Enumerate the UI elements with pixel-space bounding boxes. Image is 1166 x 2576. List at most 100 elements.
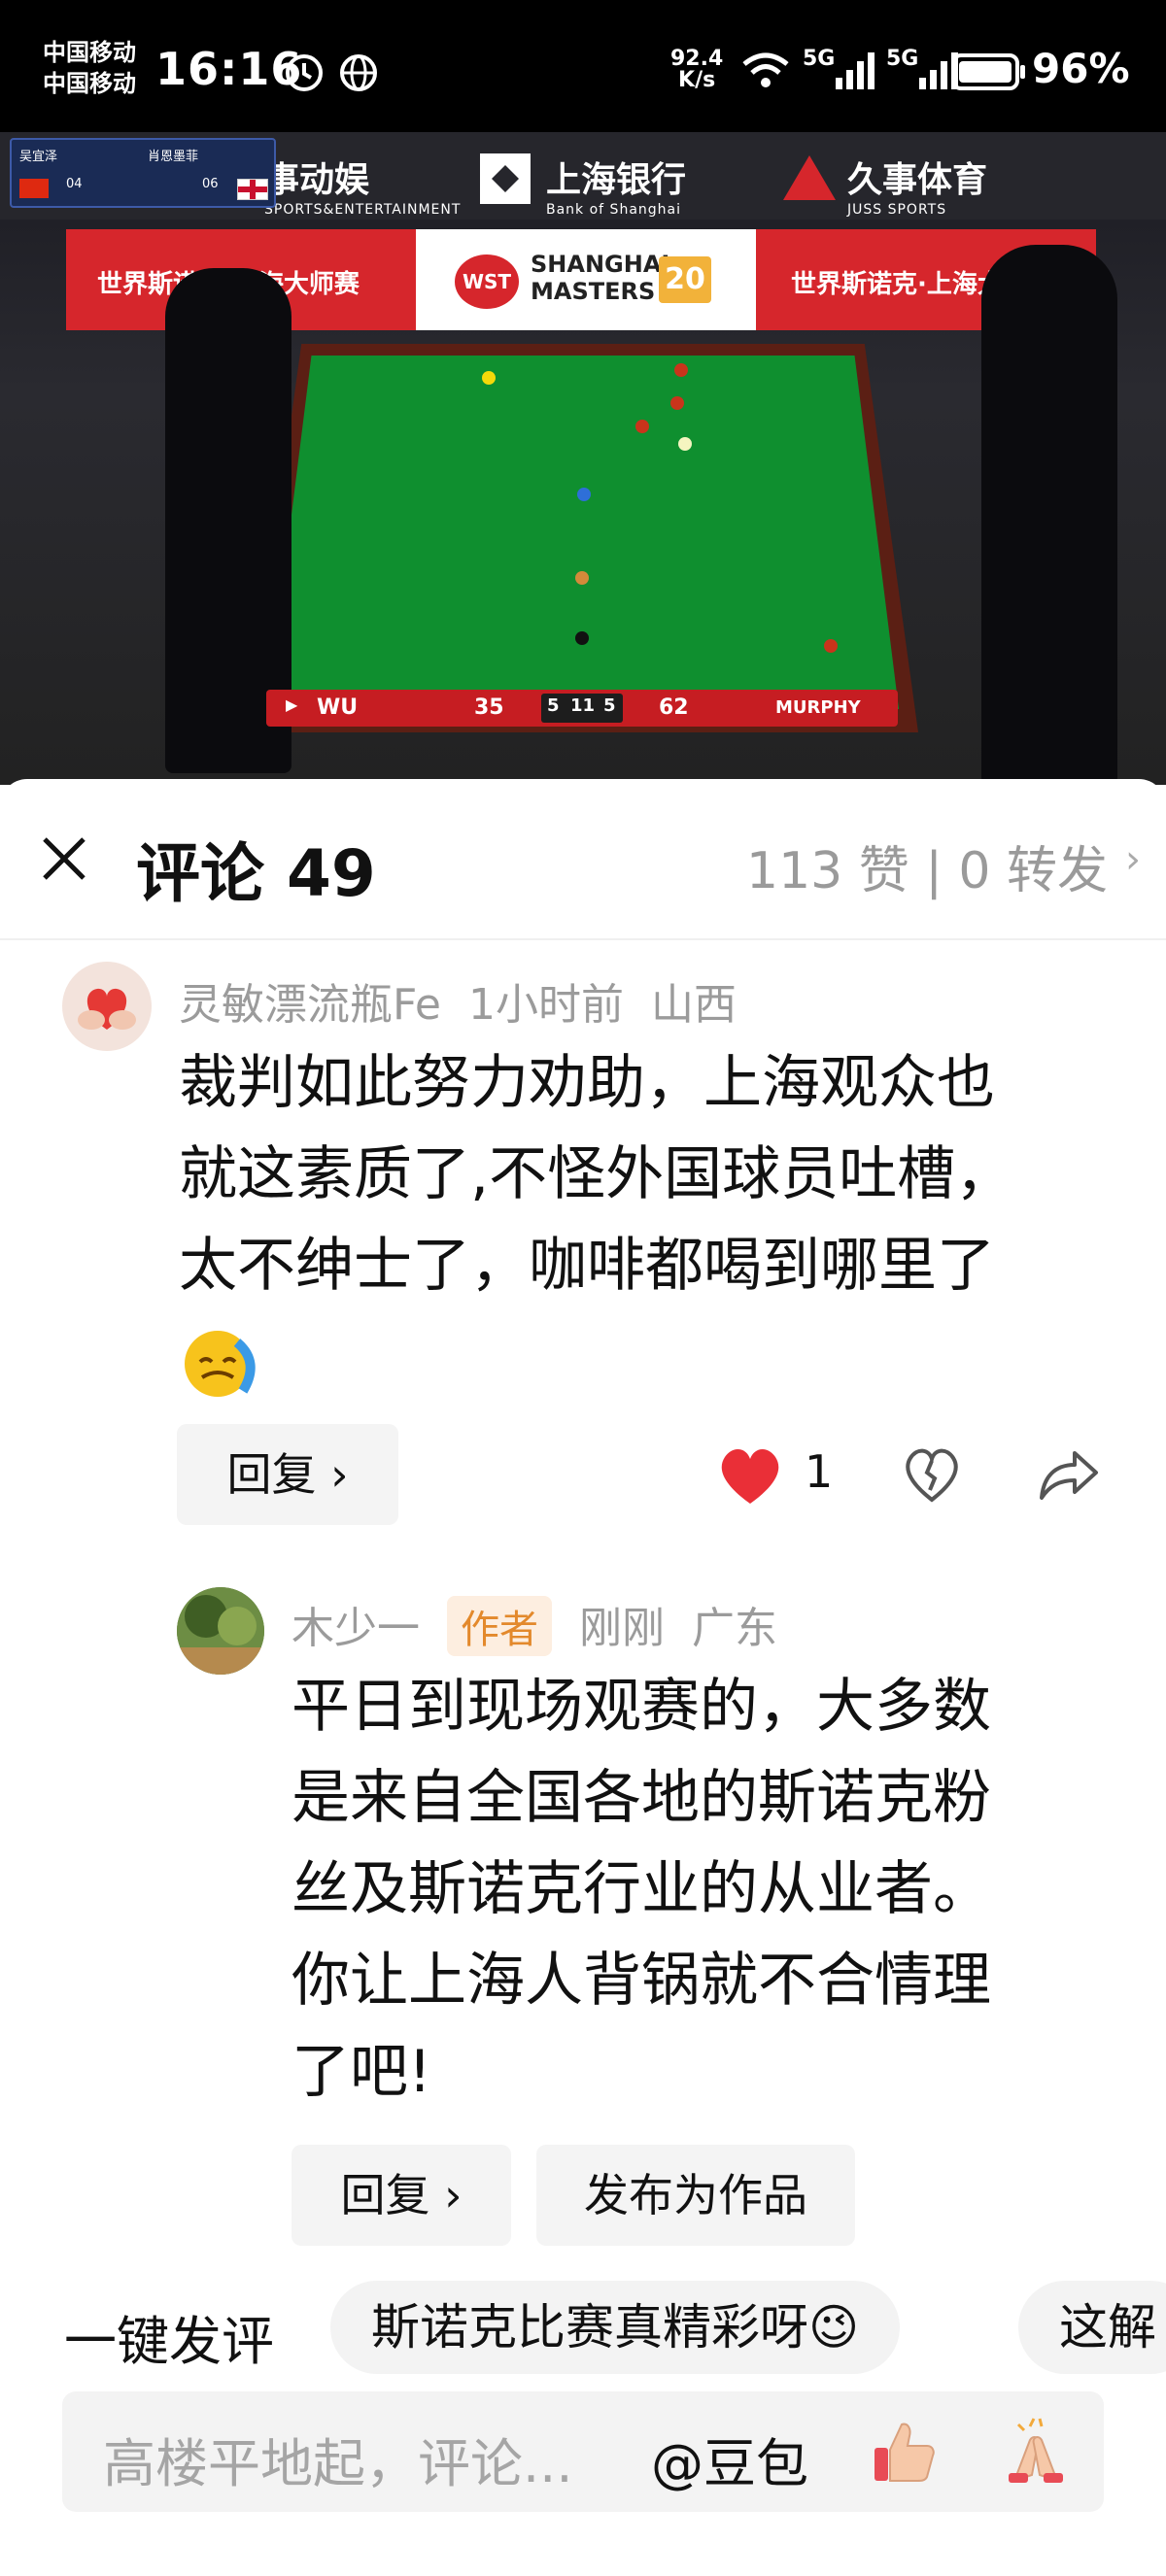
signal-bars-1-icon — [836, 52, 874, 89]
sponsor-left-sub: SPORTS&ENTERTAINMENT — [264, 202, 462, 218]
signal-1-label: 5G — [803, 47, 836, 71]
sponsor-center-name: 上海银行 — [546, 160, 687, 200]
publish-as-work-button[interactable]: 发布为作品 — [536, 2145, 855, 2246]
comments-header: 评论 49 113 赞 | 0 转发 › — [0, 779, 1166, 938]
red-ball — [824, 639, 838, 653]
england-flag-icon — [237, 179, 268, 200]
chip-player1-frames: 04 — [66, 177, 83, 191]
shanghai-masters-title: SHANGHAI MASTERS — [531, 251, 669, 305]
reply-line: 平日到现场观赛的，大多数 — [292, 1673, 991, 1741]
liked-heart-icon[interactable] — [715, 1443, 785, 1508]
mention-doubao-button[interactable]: @豆包 — [651, 2421, 808, 2497]
header-divider — [0, 938, 1166, 940]
wst-logo: WST — [455, 254, 519, 309]
anniversary-badge: 20 — [659, 256, 711, 303]
red-ball — [635, 420, 649, 433]
chip-player2: 肖恩墨菲 — [148, 150, 199, 164]
globe-icon — [340, 54, 377, 91]
net-speed-unit: K/s — [678, 68, 716, 92]
quick-comment-label: 一键发评 — [64, 2311, 274, 2372]
chip-player1: 吴宜泽 — [19, 150, 58, 164]
reply-meta: 木少一 作者 刚刚 广东 — [292, 1593, 805, 1656]
reply-time: 刚刚 — [579, 1604, 665, 1653]
comment-body: 裁判如此努力劝助，上海观众也 就这素质了,不怪外国球员吐槽， 太不绅士了，咖啡都… — [179, 1037, 1112, 1311]
net-speed-value: 92.4 — [670, 47, 724, 71]
bank-logo-icon — [480, 153, 531, 204]
battery-percentage: 96% — [1032, 45, 1130, 92]
avatar[interactable] — [62, 962, 152, 1051]
reply-line: 你让上海人背锅就不合情理 — [292, 1947, 991, 2015]
reply-reply-button[interactable]: 回复 › — [292, 2145, 511, 2246]
chip-player2-frames: 06 — [202, 177, 219, 191]
comment-input-bar[interactable]: 高楼平地起，评论... @豆包 — [62, 2391, 1104, 2512]
reply-location: 广东 — [692, 1604, 777, 1653]
title-line-2: MASTERS — [531, 278, 656, 305]
comment-meta: 灵敏漂流瓶Fe 1小时前 山西 — [179, 969, 764, 1032]
comment-line: 裁判如此努力劝助，上海观众也 — [179, 1049, 995, 1117]
red-ball — [674, 363, 688, 377]
cue-ball — [678, 437, 692, 451]
banner-logo: WST SHANGHAI MASTERS 20 — [416, 229, 756, 330]
sponsor-right: 久事体育 JUSS SPORTS — [847, 152, 987, 218]
carrier-2: 中国移动 — [43, 70, 136, 97]
juss-logo-icon — [783, 155, 836, 200]
crying-emoji-icon — [185, 1331, 256, 1397]
carrier-1: 中国移动 — [43, 39, 136, 66]
quick-comment-chip[interactable]: 这解 — [1018, 2281, 1166, 2374]
frames-box: 5 11 5 — [541, 694, 623, 723]
sponsor-right-sub: JUSS SPORTS — [847, 202, 947, 218]
snooker-table-felt — [267, 356, 899, 709]
comment-username[interactable]: 灵敏漂流瓶Fe — [179, 980, 441, 1030]
reply-username[interactable]: 木少一 — [292, 1604, 420, 1653]
yellow-ball — [482, 371, 496, 385]
scoreboard: ▶ WU 35 5 11 5 62 MURPHY — [266, 690, 898, 727]
status-bar: 中国移动 中国移动 16:16 92.4 K/s 5G 5G 96% — [0, 0, 1166, 132]
alarm-icon — [286, 54, 323, 91]
comment-input-placeholder[interactable]: 高楼平地起，评论... — [103, 2421, 573, 2497]
best-of: 11 — [570, 695, 596, 716]
clock: 16:16 — [155, 43, 303, 95]
thumbs-up-icon[interactable] — [869, 2417, 939, 2487]
reply-button[interactable]: 回复 › — [177, 1424, 398, 1525]
reply-body: 平日到现场观赛的，大多数 是来自全国各地的斯诺克粉 丝及斯诺克行业的从业者。 你… — [292, 1661, 1127, 2118]
mini-score-chip: 吴宜泽 04 肖恩墨菲 06 — [10, 138, 276, 208]
quick-comment-row: 一键发评 斯诺克比赛真精彩呀😉 这解 — [0, 2281, 1166, 2374]
heart-hands-avatar-icon — [78, 988, 136, 1030]
wifi-icon — [742, 52, 789, 87]
quick-comment-chip[interactable]: 斯诺克比赛真精彩呀😉 — [330, 2281, 901, 2374]
net-speed: 92.4 K/s — [670, 49, 723, 91]
comment-line: 就这素质了,不怪外国球员吐槽， — [179, 1140, 1014, 1208]
signal-2-label: 5G — [886, 47, 919, 71]
pink-ball — [575, 571, 589, 585]
nature-avatar-icon — [177, 1587, 264, 1675]
like-count: 1 — [805, 1445, 834, 1498]
carrier-labels: 中国移动 中国移动 — [43, 37, 136, 99]
share-icon[interactable] — [1038, 1445, 1100, 1504]
red-ball — [670, 396, 684, 410]
comments-title: 评论 49 — [136, 836, 376, 911]
score-right: 62 — [659, 695, 689, 720]
sponsor-center: 上海银行 Bank of Shanghai — [546, 152, 686, 218]
comment-location: 山西 — [650, 980, 737, 1030]
score-player-right: MURPHY — [775, 697, 861, 718]
black-ball — [575, 631, 589, 645]
blue-ball — [577, 488, 591, 501]
sponsor-center-sub: Bank of Shanghai — [546, 202, 681, 218]
chevron-right-icon[interactable]: › — [1125, 837, 1141, 882]
avatar[interactable] — [177, 1587, 264, 1675]
comment-line: 太不绅士了，咖啡都喝到哪里了 — [179, 1232, 995, 1300]
reply-line: 丝及斯诺克行业的从业者。 — [292, 1855, 991, 1923]
broken-heart-icon[interactable] — [902, 1445, 962, 1504]
sponsor-left-name: 事动娱 — [264, 160, 370, 200]
score-player-left: WU — [317, 695, 359, 720]
china-flag-icon — [19, 179, 49, 198]
close-icon[interactable] — [35, 830, 93, 888]
video-player[interactable]: 事动娱 SPORTS&ENTERTAINMENT 上海银行 Bank of Sh… — [0, 132, 1166, 785]
player-figure — [981, 245, 1117, 785]
clapping-hands-icon[interactable] — [1001, 2417, 1071, 2487]
frames-right: 5 — [603, 695, 616, 716]
likes-shares-stats[interactable]: 113 赞 | 0 转发 — [746, 830, 1108, 902]
frames-left: 5 — [547, 695, 560, 716]
reply-line: 是来自全国各地的斯诺克粉 — [292, 1764, 991, 1832]
sponsor-right-name: 久事体育 — [847, 160, 988, 200]
